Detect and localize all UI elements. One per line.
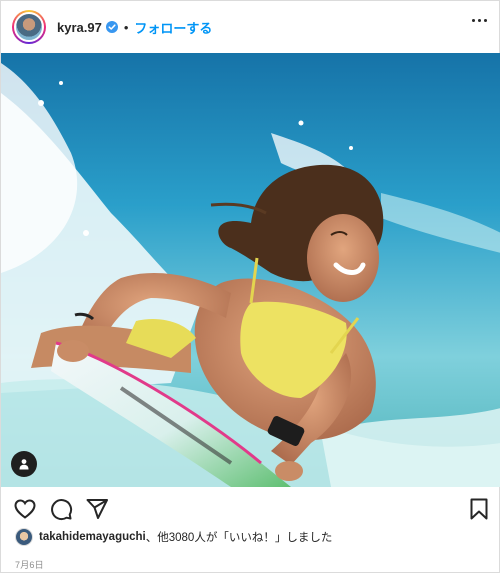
- profile-avatar[interactable]: [12, 10, 46, 44]
- paper-plane-icon[interactable]: [85, 497, 109, 521]
- instagram-post: kyra.97 • フォローする takahidemayaguchi 、他308…: [0, 0, 500, 573]
- likes-summary: takahidemayaguchi 、他3080人が「いいね！」しました: [15, 527, 332, 547]
- post-actions: [1, 491, 500, 527]
- post-date[interactable]: 7月6日: [15, 558, 44, 571]
- header-separator: •: [123, 19, 129, 35]
- verified-badge-icon: [105, 21, 118, 33]
- liker-avatar[interactable]: [15, 528, 33, 546]
- username-link[interactable]: kyra.97: [57, 20, 102, 35]
- likes-text[interactable]: 、他3080人が「いいね！」しました: [146, 529, 333, 545]
- post-photo[interactable]: [1, 53, 500, 487]
- avatar-image: [14, 12, 44, 42]
- follow-button[interactable]: フォローする: [134, 18, 212, 37]
- post-header: kyra.97 • フォローする: [1, 1, 500, 53]
- liker-username[interactable]: takahidemayaguchi: [39, 531, 146, 543]
- more-options-icon[interactable]: [472, 19, 487, 22]
- photo-image: [1, 53, 500, 487]
- bookmark-icon[interactable]: [467, 497, 491, 521]
- comment-icon[interactable]: [49, 497, 73, 521]
- user-tag-icon[interactable]: [11, 451, 37, 477]
- heart-icon[interactable]: [13, 497, 37, 521]
